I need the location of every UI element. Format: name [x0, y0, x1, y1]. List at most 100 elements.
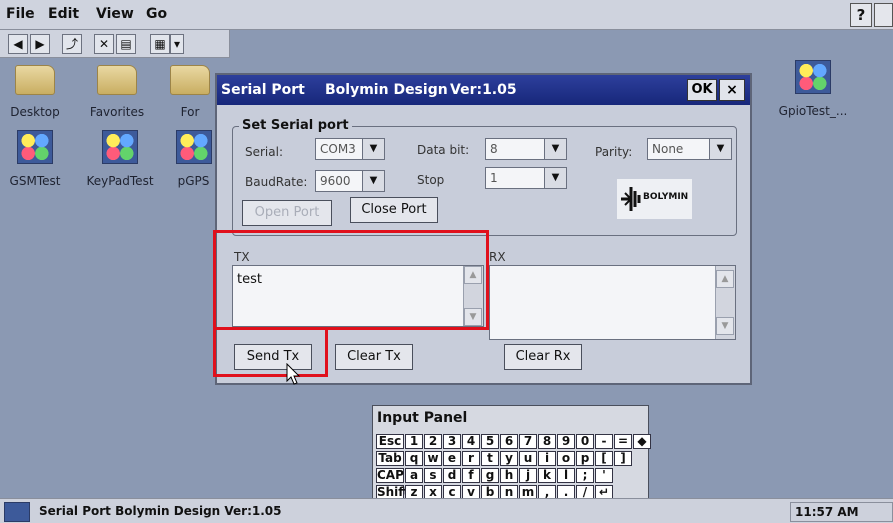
- ok-button[interactable]: OK: [687, 79, 717, 101]
- key-1-10[interactable]: p: [576, 451, 594, 466]
- dialog-titlebar: Serial Port Bolymin Design Ver:1.05 OK ×: [217, 75, 750, 105]
- views-dropdown-icon[interactable]: ▾: [170, 34, 184, 54]
- key-0-6[interactable]: 6: [500, 434, 518, 449]
- key-1-7[interactable]: u: [519, 451, 537, 466]
- stop-select[interactable]: 1 ▼: [485, 167, 567, 189]
- key-1-8[interactable]: i: [538, 451, 556, 466]
- key-1-6[interactable]: y: [500, 451, 518, 466]
- views-icon[interactable]: ▦: [150, 34, 170, 54]
- key-2-6[interactable]: h: [500, 468, 518, 483]
- desktop-icon-gsmtest[interactable]: GSMTest: [0, 130, 70, 188]
- key-2-11[interactable]: ': [595, 468, 613, 483]
- chevron-down-icon[interactable]: ▼: [544, 139, 566, 159]
- rx-textarea[interactable]: ▲ ▼: [489, 265, 736, 340]
- key-0-11[interactable]: -: [595, 434, 613, 449]
- properties-icon[interactable]: ▤: [116, 34, 136, 54]
- key-0-9[interactable]: 9: [557, 434, 575, 449]
- key-0-12[interactable]: =: [614, 434, 632, 449]
- delete-icon[interactable]: ✕: [94, 34, 114, 54]
- key-1-4[interactable]: r: [462, 451, 480, 466]
- key-2-3[interactable]: d: [443, 468, 461, 483]
- key-0-8[interactable]: 8: [538, 434, 556, 449]
- up-folder-icon[interactable]: ⤴: [62, 34, 82, 54]
- menu-go[interactable]: Go: [146, 6, 167, 22]
- menu-file[interactable]: File: [6, 6, 35, 22]
- folder-icon: [15, 65, 55, 95]
- start-icon[interactable]: [4, 502, 30, 522]
- menu-view[interactable]: View: [96, 6, 134, 22]
- key-2-1[interactable]: a: [405, 468, 423, 483]
- desktop-icon-label: KeyPadTest: [86, 174, 154, 188]
- chevron-down-icon[interactable]: ▼: [709, 139, 731, 159]
- baud-value: 9600: [320, 174, 351, 188]
- desktop-icon-gpiotest[interactable]: GpioTest_...: [768, 60, 858, 118]
- back-icon[interactable]: ◀: [8, 34, 28, 54]
- key-2-7[interactable]: j: [519, 468, 537, 483]
- key-0-10[interactable]: 0: [576, 434, 594, 449]
- baud-select[interactable]: 9600 ▼: [315, 170, 385, 192]
- scroll-up-icon[interactable]: ▲: [716, 270, 734, 288]
- desktop-icon-fonts[interactable]: For: [165, 65, 215, 119]
- rx-scrollbar[interactable]: ▲ ▼: [715, 266, 735, 339]
- clear-rx-button[interactable]: Clear Rx: [504, 344, 582, 370]
- chevron-down-icon[interactable]: ▼: [362, 139, 384, 159]
- app-icon: [102, 130, 138, 164]
- key-2-4[interactable]: f: [462, 468, 480, 483]
- key-0-4[interactable]: 4: [462, 434, 480, 449]
- chevron-down-icon[interactable]: ▼: [362, 171, 384, 191]
- key-1-9[interactable]: o: [557, 451, 575, 466]
- key-2-5[interactable]: g: [481, 468, 499, 483]
- help-button[interactable]: ?: [850, 3, 872, 27]
- dialog-company: Bolymin Design: [325, 82, 448, 98]
- clock: 11:57 AM: [790, 502, 893, 522]
- menu-edit[interactable]: Edit: [48, 6, 79, 22]
- open-port-button[interactable]: Open Port: [242, 200, 332, 226]
- chevron-down-icon[interactable]: ▼: [544, 168, 566, 188]
- app-icon: [17, 130, 53, 164]
- desktop-icon-keypadtest[interactable]: KeyPadTest: [80, 130, 160, 188]
- scroll-down-icon[interactable]: ▼: [716, 317, 734, 335]
- key-1-12[interactable]: ]: [614, 451, 632, 466]
- key-0-5[interactable]: 5: [481, 434, 499, 449]
- folder-icon: [170, 65, 210, 95]
- desktop-icon-label: For: [180, 105, 200, 119]
- key-0-3[interactable]: 3: [443, 434, 461, 449]
- menu-bar: File Edit View Go ?: [0, 0, 893, 30]
- desktop-icon-pgps[interactable]: pGPS: [172, 130, 215, 188]
- forward-icon[interactable]: ▶: [30, 34, 50, 54]
- desktop-icon-label: Favorites: [89, 105, 145, 119]
- key-1-3[interactable]: e: [443, 451, 461, 466]
- databit-select[interactable]: 8 ▼: [485, 138, 567, 160]
- clear-tx-button[interactable]: Clear Tx: [335, 344, 413, 370]
- key-0-13[interactable]: ◆: [633, 434, 651, 449]
- stop-value: 1: [490, 171, 498, 185]
- key-1-11[interactable]: [: [595, 451, 613, 466]
- serial-select[interactable]: COM3 ▼: [315, 138, 385, 160]
- logo-text: BOLYMIN: [643, 192, 689, 202]
- taskbar-item-serial-port[interactable]: Serial Port Bolymin Design Ver:1.05: [35, 502, 345, 522]
- key-1-0[interactable]: Tab: [376, 451, 404, 466]
- key-0-7[interactable]: 7: [519, 434, 537, 449]
- taskbar: Serial Port Bolymin Design Ver:1.05 11:5…: [0, 498, 893, 523]
- key-0-0[interactable]: Esc: [376, 434, 404, 449]
- parity-select[interactable]: None ▼: [647, 138, 732, 160]
- key-1-1[interactable]: q: [405, 451, 423, 466]
- desktop-icon-desktop[interactable]: Desktop: [0, 65, 70, 119]
- databit-label: Data bit:: [417, 143, 470, 157]
- key-2-0[interactable]: CAP: [376, 468, 404, 483]
- desktop-icon-label: Desktop: [10, 105, 60, 119]
- key-1-2[interactable]: w: [424, 451, 442, 466]
- key-1-5[interactable]: t: [481, 451, 499, 466]
- key-2-10[interactable]: ;: [576, 468, 594, 483]
- key-0-2[interactable]: 2: [424, 434, 442, 449]
- desktop-icon-favorites[interactable]: Favorites: [82, 65, 152, 119]
- close-icon[interactable]: [874, 3, 893, 27]
- desktop-icon-label: pGPS: [177, 174, 210, 188]
- key-0-1[interactable]: 1: [405, 434, 423, 449]
- key-2-2[interactable]: s: [424, 468, 442, 483]
- key-2-8[interactable]: k: [538, 468, 556, 483]
- key-2-9[interactable]: l: [557, 468, 575, 483]
- dialog-close-button[interactable]: ×: [719, 79, 745, 101]
- close-port-button[interactable]: Close Port: [350, 197, 438, 223]
- app-icon: [795, 60, 831, 94]
